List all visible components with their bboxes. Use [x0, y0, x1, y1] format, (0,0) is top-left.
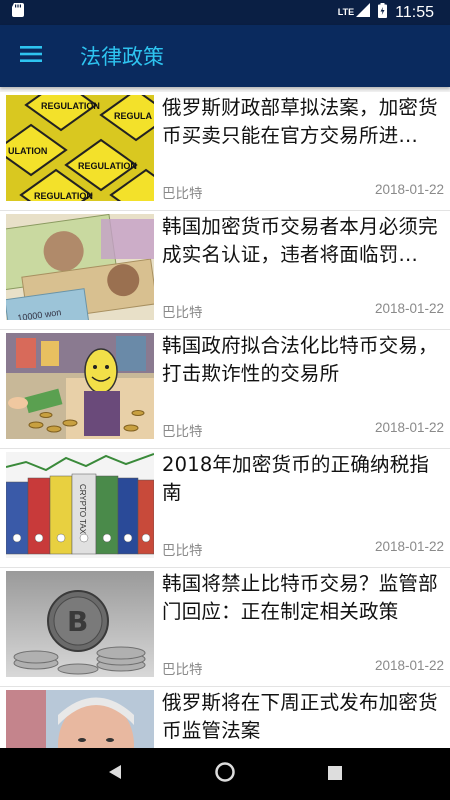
recents-button[interactable] [315, 754, 355, 794]
article-thumbnail [6, 690, 154, 748]
article-item[interactable]: 俄罗斯将在下周正式发布加密货币监管法案 [0, 687, 450, 748]
svg-text:B: B [67, 605, 88, 638]
article-list[interactable]: REGULATION REGULA ULATION REGULATION REG… [0, 92, 450, 748]
system-nav-bar [0, 748, 450, 800]
svg-text:REGULATION: REGULATION [78, 161, 137, 171]
page-title: 法律政策 [80, 45, 164, 69]
status-bar: LTE 11:55 [0, 0, 450, 25]
article-item[interactable]: B 韩国将禁止比特币交易？监管部门回应：正在制定相关政策 巴比特 2018-01… [0, 568, 450, 687]
svg-text:REGULATION: REGULATION [34, 191, 93, 201]
article-thumbnail: REGULATION REGULA ULATION REGULATION REG… [6, 95, 154, 201]
lte-label: LTE [337, 7, 355, 17]
article-thumbnail [6, 333, 154, 439]
article-item[interactable]: 10000 won 韩国加密货币交易者本月必须完成实名认证，违者将面临罚… 巴比… [0, 211, 450, 330]
article-date: 2018-01-22 [374, 182, 444, 197]
svg-text:REGULA: REGULA [114, 111, 153, 121]
article-item[interactable]: REGULATION REGULA ULATION REGULATION REG… [0, 92, 450, 211]
sd-card-icon [12, 3, 24, 22]
article-source: 巴比特 [162, 186, 203, 202]
article-thumbnail: 10000 won [6, 214, 154, 320]
article-item[interactable]: 韩国政府拟合法化比特币交易，打击欺诈性的交易所 巴比特 2018-01-22 [0, 330, 450, 449]
battery-icon [378, 2, 388, 23]
clock: 11:55 [395, 3, 434, 21]
recents-square-icon [328, 765, 342, 784]
article-date: 2018-01-22 [374, 420, 444, 435]
hamburger-menu-icon [20, 46, 42, 66]
home-circle-icon [214, 761, 236, 787]
back-triangle-icon [108, 764, 122, 784]
menu-button[interactable] [0, 25, 62, 87]
article-date: 2018-01-22 [374, 539, 444, 554]
lte-indicator: LTE [337, 3, 371, 22]
svg-text:REGULATION: REGULATION [41, 101, 100, 111]
home-button[interactable] [205, 754, 245, 794]
article-date: 2018-01-22 [374, 658, 444, 673]
article-source: 巴比特 [162, 424, 203, 440]
signal-icon [356, 3, 371, 22]
article-title: 2018年加密货币的正确纳税指南 [162, 453, 430, 504]
article-title: 俄罗斯财政部草拟法案，加密货币买卖只能在官方交易所进… [162, 96, 438, 147]
article-source: 巴比特 [162, 662, 203, 678]
article-item[interactable]: CRYPTO TAX 2018年加密货币的正确纳税指南 巴比特 2018-01-… [0, 449, 450, 568]
back-button[interactable] [95, 754, 135, 794]
article-title: 韩国将禁止比特币交易？监管部门回应：正在制定相关政策 [162, 572, 438, 623]
article-source: 巴比特 [162, 543, 203, 559]
article-title: 韩国加密货币交易者本月必须完成实名认证，违者将面临罚… [162, 215, 438, 266]
app-bar: 法律政策 [0, 25, 450, 87]
article-thumbnail: CRYPTO TAX [6, 452, 154, 558]
svg-text:ULATION: ULATION [8, 146, 47, 156]
article-title: 韩国政府拟合法化比特币交易，打击欺诈性的交易所 [162, 334, 438, 385]
article-date: 2018-01-22 [374, 301, 444, 316]
article-thumbnail: B [6, 571, 154, 677]
article-title: 俄罗斯将在下周正式发布加密货币监管法案 [162, 691, 438, 742]
svg-text:CRYPTO TAX: CRYPTO TAX [78, 484, 87, 535]
article-source: 巴比特 [162, 305, 203, 321]
